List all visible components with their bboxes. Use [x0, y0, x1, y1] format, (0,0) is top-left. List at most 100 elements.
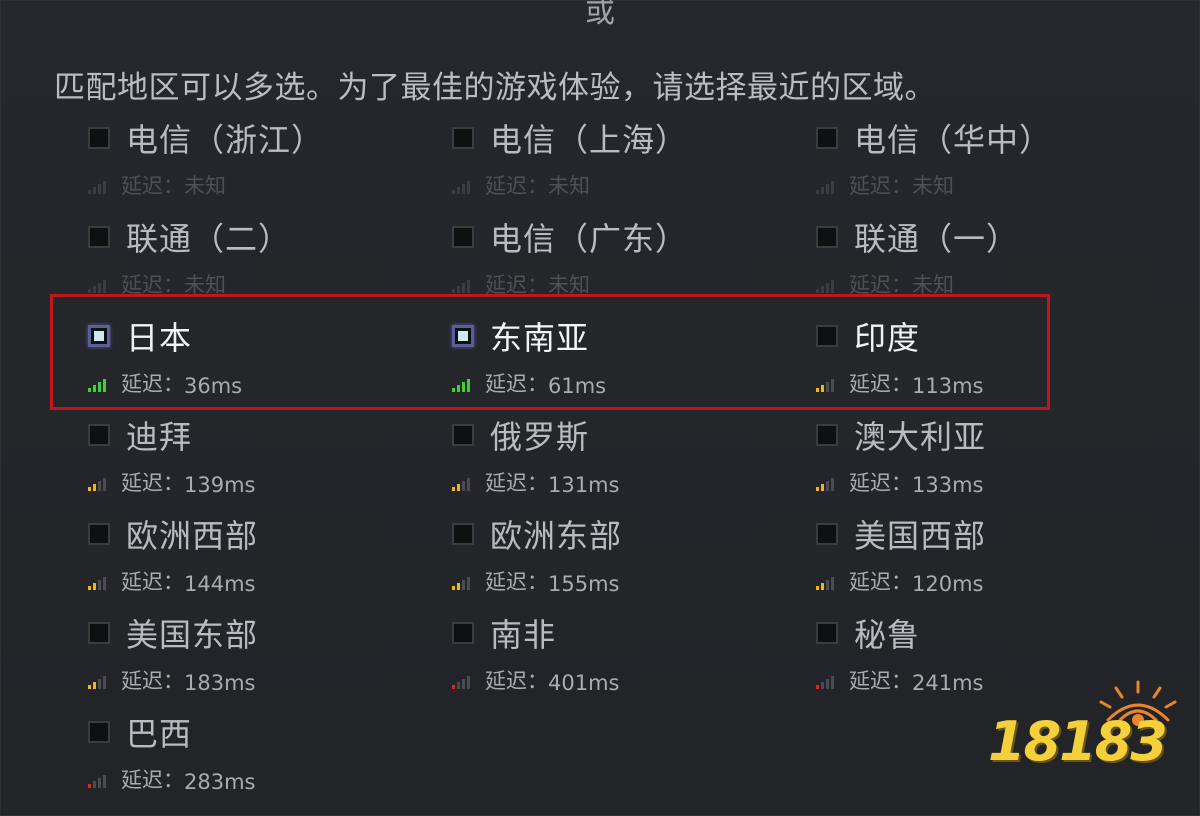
region-checkbox[interactable]	[816, 127, 838, 149]
latency-value: 139ms	[184, 473, 256, 497]
latency-value: 未知	[184, 174, 226, 198]
region-option[interactable]: 南非	[452, 611, 816, 655]
latency-value: 未知	[184, 273, 226, 297]
latency-row: 延迟： 131ms	[452, 457, 816, 497]
region-checkbox[interactable]	[88, 424, 110, 446]
region-name: 澳大利亚	[854, 418, 987, 456]
latency-label: 延迟：	[849, 471, 912, 495]
region-checkbox[interactable]	[88, 622, 110, 644]
latency-row: 延迟： 未知	[88, 160, 452, 200]
signal-strength-icon	[816, 572, 846, 596]
region-option[interactable]: 电信（浙江）	[88, 116, 452, 160]
region-item[interactable]: 电信（上海） 延迟： 未知	[452, 116, 816, 215]
region-checkbox[interactable]	[452, 127, 474, 149]
region-item[interactable]: 电信（浙江） 延迟： 未知	[88, 116, 452, 215]
region-item[interactable]: 巴西 延迟： 283ms	[88, 710, 452, 809]
region-checkbox[interactable]	[88, 523, 110, 545]
region-option[interactable]: 澳大利亚	[816, 413, 1180, 457]
region-checkbox[interactable]	[452, 523, 474, 545]
latency-value: 283ms	[184, 770, 256, 794]
latency-value: 未知	[548, 174, 590, 198]
region-name: 俄罗斯	[490, 418, 590, 456]
region-item[interactable]: 联通（二） 延迟： 未知	[88, 215, 452, 314]
region-item[interactable]: 美国西部 延迟： 120ms	[816, 512, 1180, 611]
region-option[interactable]: 迪拜	[88, 413, 452, 457]
region-checkbox[interactable]	[452, 622, 474, 644]
latency-label: 延迟：	[485, 669, 548, 693]
signal-strength-icon	[816, 275, 846, 299]
region-item[interactable]: 电信（广东） 延迟： 未知	[452, 215, 816, 314]
region-option[interactable]: 日本	[88, 314, 452, 358]
region-checkbox[interactable]	[452, 226, 474, 248]
region-option[interactable]: 美国西部	[816, 512, 1180, 556]
region-option[interactable]: 电信（上海）	[452, 116, 816, 160]
latency-value: 未知	[912, 174, 954, 198]
region-option[interactable]: 欧洲西部	[88, 512, 452, 556]
latency-label: 延迟：	[485, 174, 548, 198]
latency-value: 131ms	[548, 473, 620, 497]
region-option[interactable]: 印度	[816, 314, 1180, 358]
signal-strength-icon	[816, 176, 846, 200]
latency-row: 延迟： 401ms	[452, 655, 816, 695]
region-checkbox[interactable]	[88, 721, 110, 743]
latency-label: 延迟：	[485, 372, 548, 396]
region-checkbox[interactable]	[88, 127, 110, 149]
latency-label: 延迟：	[121, 174, 184, 198]
region-item[interactable]: 南非 延迟： 401ms	[452, 611, 816, 710]
region-name: 欧洲东部	[490, 517, 623, 555]
latency-row: 延迟： 113ms	[816, 358, 1180, 398]
latency-row: 延迟： 未知	[816, 160, 1180, 200]
signal-strength-icon	[88, 275, 118, 299]
region-item[interactable]: 联通（一） 延迟： 未知	[816, 215, 1180, 314]
signal-strength-icon	[452, 473, 482, 497]
region-item[interactable]: 欧洲东部 延迟： 155ms	[452, 512, 816, 611]
region-item[interactable]: 美国东部 延迟： 183ms	[88, 611, 452, 710]
region-name: 迪拜	[126, 418, 193, 456]
region-item[interactable]: 澳大利亚延迟： 133ms	[816, 413, 1180, 512]
region-checkbox[interactable]	[88, 226, 110, 248]
region-item[interactable]: 欧洲西部 延迟： 144ms	[88, 512, 452, 611]
region-checkbox[interactable]	[816, 424, 838, 446]
region-name: 印度	[854, 319, 921, 357]
signal-strength-icon	[88, 176, 118, 200]
region-option[interactable]: 欧洲东部	[452, 512, 816, 556]
latency-row: 延迟： 183ms	[88, 655, 452, 695]
region-item[interactable]: 东南亚延迟： 61ms	[452, 314, 816, 413]
region-checkbox[interactable]	[88, 325, 110, 347]
latency-label: 延迟：	[849, 174, 912, 198]
latency-label: 延迟：	[485, 273, 548, 297]
latency-value: 61ms	[548, 374, 607, 398]
region-option[interactable]: 俄罗斯	[452, 413, 816, 457]
region-option[interactable]: 秘鲁	[816, 611, 1180, 655]
signal-strength-icon	[452, 671, 482, 695]
region-checkbox[interactable]	[452, 424, 474, 446]
latency-row: 延迟： 未知	[88, 259, 452, 299]
region-option[interactable]: 电信（华中）	[816, 116, 1180, 160]
region-checkbox[interactable]	[816, 226, 838, 248]
region-option[interactable]: 东南亚	[452, 314, 816, 358]
region-checkbox[interactable]	[816, 523, 838, 545]
region-option[interactable]: 电信（广东）	[452, 215, 816, 259]
latency-row: 延迟： 未知	[452, 259, 816, 299]
region-option[interactable]: 联通（一）	[816, 215, 1180, 259]
watermark-logo: 18183	[988, 680, 1188, 790]
region-checkbox[interactable]	[452, 325, 474, 347]
or-separator: 或	[585, 0, 615, 30]
region-item[interactable]: 迪拜 延迟： 139ms	[88, 413, 452, 512]
latency-value: 133ms	[912, 473, 984, 497]
region-item[interactable]: 印度 延迟： 113ms	[816, 314, 1180, 413]
latency-label: 延迟：	[849, 669, 912, 693]
latency-label: 延迟：	[121, 570, 184, 594]
region-item[interactable]: 电信（华中） 延迟： 未知	[816, 116, 1180, 215]
region-item[interactable]: 日本 延迟： 36ms	[88, 314, 452, 413]
latency-row: 延迟： 未知	[816, 259, 1180, 299]
region-option[interactable]: 美国东部	[88, 611, 452, 655]
region-option[interactable]: 巴西	[88, 710, 452, 754]
region-item[interactable]: 俄罗斯 延迟： 131ms	[452, 413, 816, 512]
signal-strength-icon	[88, 473, 118, 497]
region-checkbox[interactable]	[816, 325, 838, 347]
region-checkbox[interactable]	[816, 622, 838, 644]
latency-value: 未知	[912, 273, 954, 297]
signal-strength-icon	[88, 374, 118, 398]
region-option[interactable]: 联通（二）	[88, 215, 452, 259]
